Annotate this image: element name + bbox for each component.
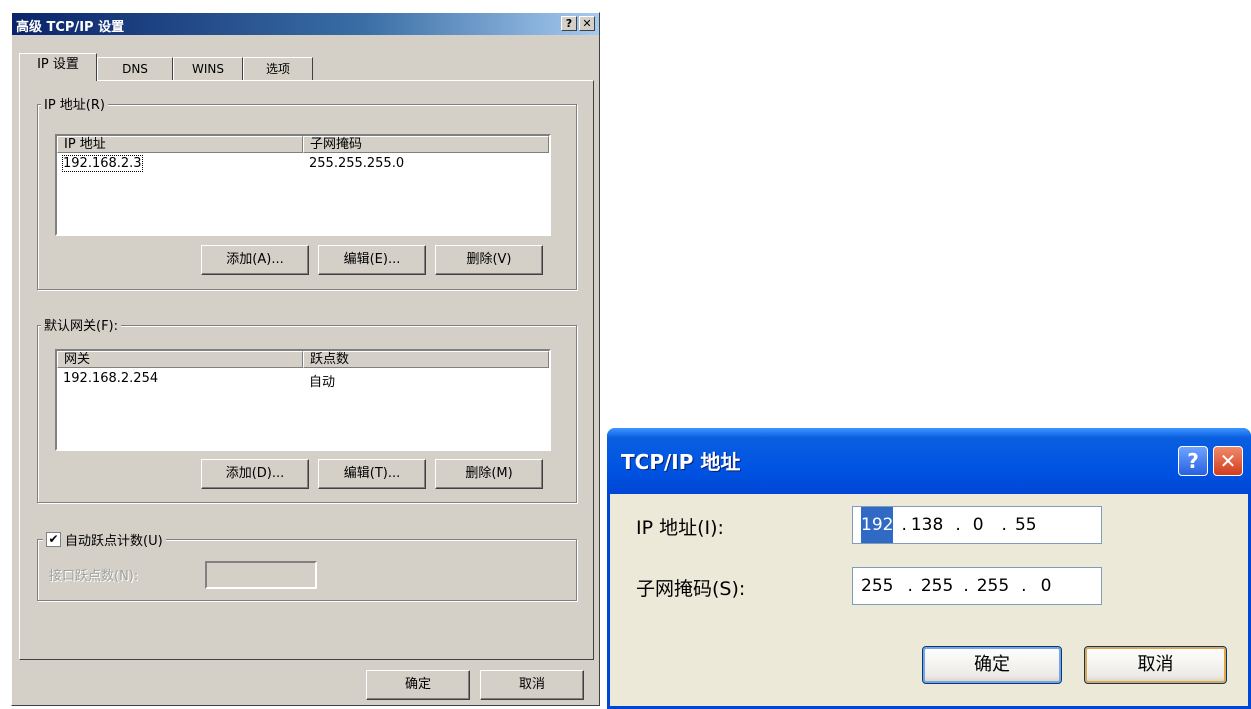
column-header-mask[interactable]: 子网掩码 (303, 136, 549, 153)
address-help-button[interactable]: ? (1178, 446, 1208, 476)
tab-wins[interactable]: WINS (173, 57, 243, 81)
column-header-metric[interactable]: 跃点数 (303, 351, 549, 368)
ip-address-input[interactable]: 192. 138. 0. 55 (852, 506, 1102, 544)
ip-add-button[interactable]: 添加(A)... (201, 245, 309, 275)
ip-address-list[interactable]: IP 地址 子网掩码 192.168.2.3 255.255.255.0 (55, 134, 551, 236)
ip-octet-1[interactable]: 192 (861, 507, 894, 543)
gateway-edit-button[interactable]: 编辑(T)... (318, 459, 426, 489)
address-dialog-titlebar[interactable]: TCP/IP 地址 ? ✕ (607, 428, 1251, 494)
help-button[interactable]: ? (561, 16, 577, 31)
auto-metric-legend: ✔ 自动跃点计数(U) (43, 530, 166, 549)
mask-octet-4[interactable]: 0 (1041, 568, 1052, 604)
ip-address-group-label: IP 地址(R) (41, 94, 108, 113)
gateway-row-address[interactable]: 192.168.2.254 (63, 371, 158, 386)
advanced-tcpip-dialog: 高级 TCP/IP 设置 ? ✕ IP 设置 DNS WINS 选项 IP 地址… (11, 12, 600, 706)
advanced-dialog-titlebar[interactable]: 高级 TCP/IP 设置 ? ✕ (12, 13, 599, 35)
auto-metric-label[interactable]: 自动跃点计数(U) (65, 530, 163, 549)
mask-octet-3[interactable]: 255 (977, 568, 1009, 604)
interface-metric-field[interactable] (205, 561, 317, 589)
gateway-list[interactable]: 网关 跃点数 192.168.2.254 自动 (55, 349, 551, 451)
ip-delete-button[interactable]: 删除(V) (435, 245, 543, 275)
ip-row-mask[interactable]: 255.255.255.0 (309, 156, 404, 171)
ip-address-label: IP 地址(I): (636, 517, 724, 539)
address-dialog-title: TCP/IP 地址 (621, 450, 741, 474)
interface-metric-label: 接口跃点数(N): (49, 569, 139, 584)
close-icon: ✕ (1219, 449, 1237, 473)
subnet-mask-label: 子网掩码(S): (636, 578, 746, 600)
advanced-dialog-title: 高级 TCP/IP 设置 (16, 20, 125, 35)
column-header-gateway[interactable]: 网关 (57, 351, 303, 368)
mask-octet-1[interactable]: 255 (861, 568, 893, 604)
cancel-button[interactable]: 取消 (480, 670, 584, 700)
ip-octet-3[interactable]: 0 (973, 507, 984, 543)
ip-edit-button[interactable]: 编辑(E)... (318, 245, 426, 275)
address-close-button[interactable]: ✕ (1213, 446, 1243, 476)
tab-options[interactable]: 选项 (243, 57, 313, 81)
address-cancel-button[interactable]: 取消 (1084, 646, 1227, 684)
gateway-add-button[interactable]: 添加(D)... (201, 459, 309, 489)
column-header-ip[interactable]: IP 地址 (57, 136, 303, 153)
ip-octet-2[interactable]: 138 (911, 507, 943, 543)
subnet-mask-input[interactable]: 255. 255. 255. 0 (852, 567, 1102, 605)
tab-panel: IP 地址(R) IP 地址 子网掩码 192.168.2.3 255.255.… (19, 80, 594, 660)
mask-octet-2[interactable]: 255 (921, 568, 953, 604)
gateway-delete-button[interactable]: 删除(M) (435, 459, 543, 489)
ip-row-address[interactable]: 192.168.2.3 (62, 155, 143, 172)
default-gateway-group-label: 默认网关(F): (41, 315, 122, 334)
address-ok-button[interactable]: 确定 (922, 646, 1062, 684)
close-icon: ✕ (582, 17, 592, 30)
ip-octet-4[interactable]: 55 (1015, 507, 1037, 543)
close-button[interactable]: ✕ (579, 16, 595, 31)
tab-dns[interactable]: DNS (97, 57, 173, 81)
ok-button[interactable]: 确定 (366, 670, 470, 700)
auto-metric-checkbox[interactable]: ✔ (46, 532, 61, 547)
gateway-row-metric[interactable]: 自动 (309, 371, 335, 390)
tcpip-address-dialog: TCP/IP 地址 ? ✕ IP 地址(I): 192. 138. 0. 55 子网掩… (607, 428, 1251, 709)
tab-ip-settings[interactable]: IP 设置 (19, 53, 97, 81)
